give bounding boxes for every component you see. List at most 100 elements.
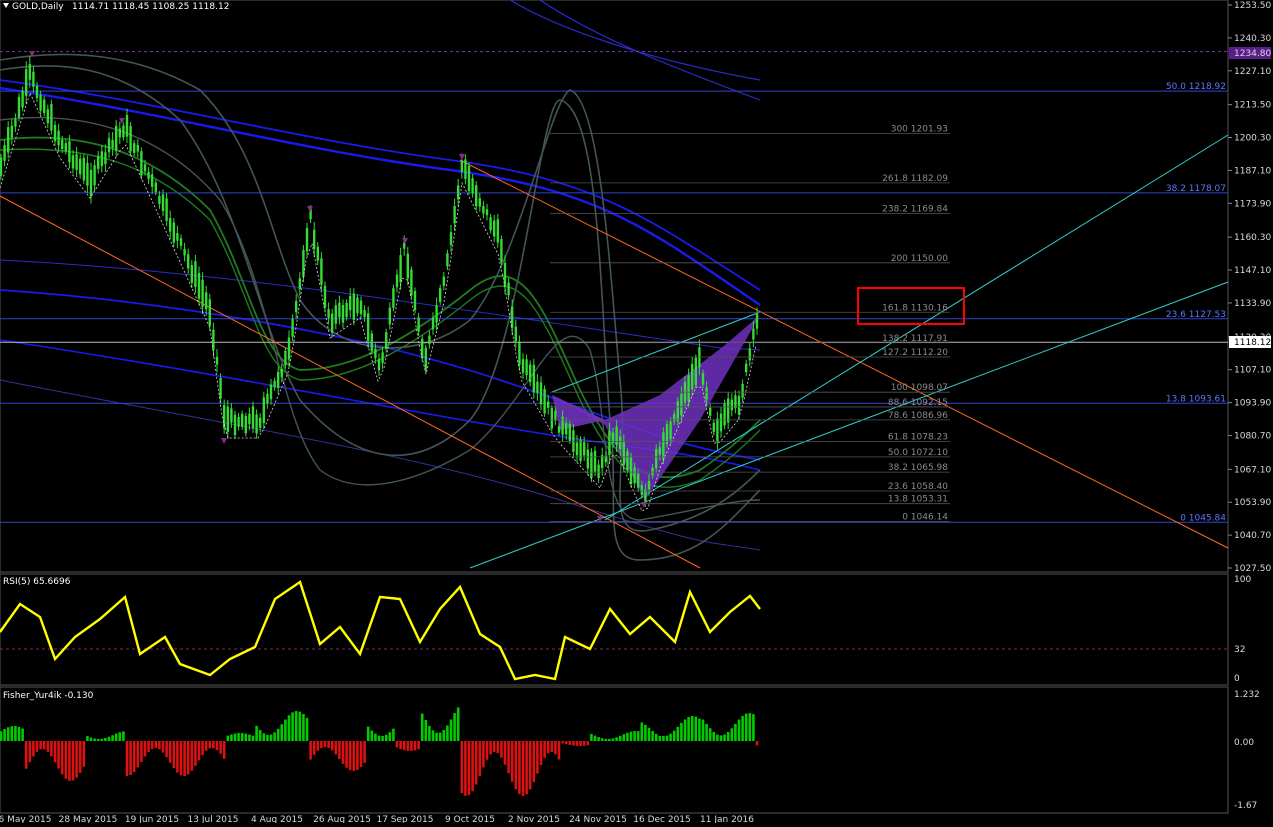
- fisher-bar: [719, 735, 723, 741]
- fisher-bar: [140, 741, 143, 762]
- candle-body: [97, 155, 100, 169]
- fisher-bar: [93, 738, 96, 741]
- fisher-bar: [309, 741, 312, 760]
- candle-body: [745, 363, 748, 373]
- fisher-bar: [348, 741, 352, 771]
- candle-body: [129, 126, 132, 152]
- rsi-panel[interactable]: [0, 573, 1229, 686]
- candle-body: [39, 94, 42, 111]
- candle-body: [439, 288, 442, 302]
- candle-body: [100, 151, 103, 166]
- fisher-bar: [554, 741, 557, 755]
- fib-ext-label: 100 1098.07: [891, 383, 948, 393]
- candle-body: [658, 446, 661, 455]
- candle-body: [86, 162, 89, 186]
- fisher-bar: [561, 741, 564, 744]
- fisher-bar: [118, 732, 122, 741]
- candle-body: [262, 397, 265, 424]
- candle-body: [381, 352, 384, 364]
- candle-body: [478, 198, 481, 207]
- candle-body: [507, 282, 510, 296]
- fisher-bar: [644, 724, 647, 741]
- fisher-bar: [255, 725, 258, 741]
- fib-level-label: 38.2 1178.07: [1166, 184, 1226, 194]
- fisher-bar: [658, 735, 662, 741]
- candle-body: [755, 313, 759, 329]
- fisher-bar: [0, 731, 3, 741]
- price-tick-label: 1253.50: [1234, 1, 1271, 11]
- candle-body: [482, 206, 485, 214]
- fisher-bar: [122, 731, 125, 741]
- candle-body: [410, 269, 413, 296]
- fisher-bar: [716, 734, 719, 741]
- fisher-bar: [557, 741, 561, 760]
- candle-body: [338, 302, 341, 318]
- candle-body: [493, 220, 496, 237]
- candle-body: [633, 467, 636, 484]
- fisher-bar: [417, 741, 420, 750]
- time-axis[interactable]: 6 May 2015 28 May 2015 19 Jun 2015 13 Jul 2…: [0, 815, 754, 825]
- fisher-bar: [618, 735, 622, 741]
- candle-body: [737, 396, 741, 415]
- candle-body: [118, 128, 121, 138]
- fib-level-label: 13.8 1093.61: [1166, 394, 1226, 404]
- fisher-bar: [111, 735, 114, 741]
- fib-ext-label: 127.2 1112.20: [882, 348, 948, 358]
- candle-body: [734, 395, 737, 409]
- fisher-bar: [89, 737, 93, 741]
- fisher-bar: [226, 735, 230, 741]
- fisher-bar: [147, 741, 150, 752]
- fisher-bar: [467, 741, 471, 796]
- fisher-bar: [654, 733, 658, 741]
- fib-ext-label: 300 1201.93: [891, 124, 948, 134]
- chart-window[interactable]: 50.0 1218.92 38.2 1178.07 23.6 1127.53 13.8…: [0, 0, 1273, 825]
- candle-body: [280, 368, 283, 378]
- candle-body: [568, 423, 571, 441]
- fisher-bar: [258, 730, 262, 741]
- fisher-bar: [701, 719, 705, 741]
- fisher-bar: [197, 741, 201, 761]
- fib-ext-label: 138.2 1117.91: [882, 334, 948, 344]
- candle-body: [597, 464, 600, 479]
- candle-body: [622, 440, 625, 466]
- fisher-bar: [392, 728, 395, 741]
- candle-body: [550, 408, 553, 429]
- candle-body: [269, 384, 273, 400]
- candle-body: [140, 151, 143, 176]
- fisher-bar: [212, 741, 215, 749]
- candle-body: [89, 169, 93, 197]
- candle-body: [75, 154, 78, 170]
- candle-body: [233, 414, 237, 436]
- rsi-tick-32: 32: [1234, 645, 1245, 655]
- candle-body: [730, 399, 733, 411]
- fib-ext-label: 50.0 1072.10: [888, 448, 948, 458]
- candle-body: [485, 209, 489, 216]
- fisher-bar: [521, 741, 525, 796]
- fisher-bar: [611, 738, 615, 741]
- fisher-bar: [402, 741, 406, 751]
- price-tick-label: 1093.90: [1234, 399, 1271, 409]
- fisher-bar: [194, 741, 197, 766]
- price-axis[interactable]: 1253.50 1240.30 1227.10 1213.50 1200.30 1187.…: [1228, 1, 1271, 574]
- candle-body: [399, 255, 402, 283]
- fisher-tick-zero: 0.00: [1234, 738, 1254, 748]
- fisher-bar: [24, 741, 28, 769]
- candle-body: [349, 295, 352, 311]
- candle-body: [705, 387, 708, 400]
- candle-body: [219, 378, 222, 399]
- candle-body: [64, 143, 67, 152]
- candle-body: [359, 300, 363, 315]
- fisher-bar: [53, 741, 57, 763]
- candle-body: [53, 124, 57, 142]
- fisher-bar: [96, 738, 100, 741]
- chart-canvas[interactable]: 50.0 1218.92 38.2 1178.07 23.6 1127.53 13.8…: [0, 0, 1273, 825]
- fisher-bar: [471, 741, 474, 792]
- fisher-bar: [449, 719, 453, 741]
- candle-body: [143, 164, 147, 172]
- fisher-bar: [446, 725, 449, 741]
- time-tick-label: 26 Aug 2015: [313, 815, 371, 823]
- candle-body: [565, 422, 568, 435]
- fisher-bar: [233, 733, 237, 741]
- candle-body: [107, 138, 111, 153]
- candle-body: [521, 359, 525, 373]
